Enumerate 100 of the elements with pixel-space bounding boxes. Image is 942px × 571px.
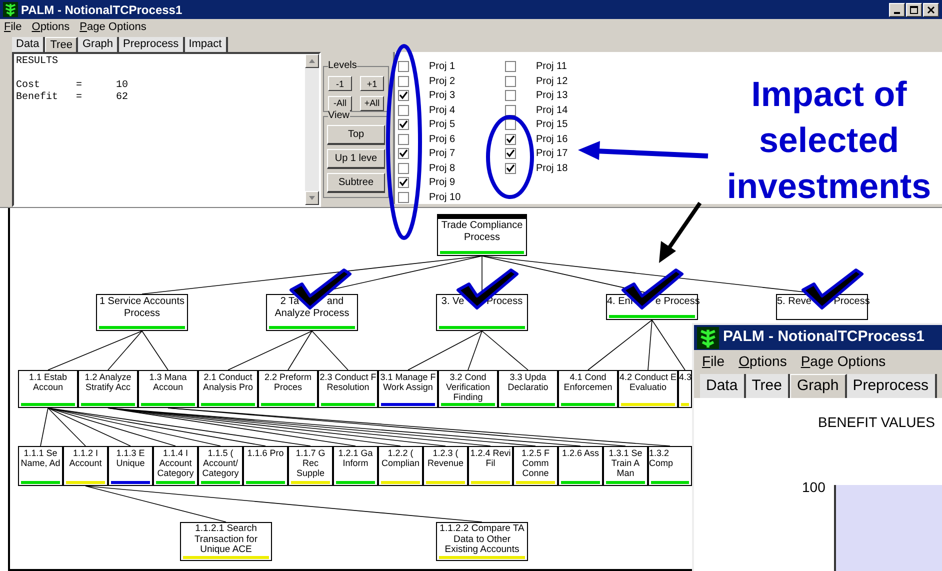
tree-node[interactable]: 1.3 Mana Accoun (138, 370, 198, 408)
scroll-down-button[interactable] (305, 191, 319, 205)
tab[interactable]: Preprocess (846, 374, 937, 398)
node-label: 1.1.1 Se Name, Ad (20, 447, 62, 470)
view-button[interactable]: Subtree (327, 173, 385, 193)
node-label: 1.2.1 Ga Inform (337, 447, 374, 470)
tree-node[interactable]: 1.2.2 ( Complian (378, 446, 423, 486)
tree-node[interactable]: 1.2.1 Ga Inform (333, 446, 378, 486)
menu-item[interactable]: Options (32, 18, 70, 36)
menu-item[interactable]: Options (738, 350, 787, 372)
menu-item[interactable]: Page Options (800, 350, 886, 372)
node-label: 1.1.6 Pro (246, 447, 285, 460)
tree-node[interactable]: 2.1 Conduct Analysis Pro (198, 370, 258, 408)
tree-node[interactable]: 1.2.3 ( Revenue (423, 446, 468, 486)
tree-node[interactable]: 1.2 Analyze Stratify Acc (78, 370, 138, 408)
annotation-text: Impact of selected investments (726, 74, 932, 208)
tree-node[interactable]: 1.1.4 I Account Category (153, 446, 198, 486)
close-button[interactable] (923, 2, 939, 16)
checkbox[interactable] (398, 76, 409, 86)
level-button[interactable]: -1 (328, 76, 352, 91)
tab[interactable]: Graph (790, 374, 847, 398)
node-label: 1.1.3 E Unique (115, 447, 146, 470)
node-label: 1.2.4 Revi Fil (469, 447, 512, 470)
checkbox[interactable] (505, 148, 516, 159)
minimize-button[interactable] (889, 2, 905, 16)
minimize-icon (894, 12, 900, 14)
node-label: 2 Ta and Analyze Process (274, 295, 350, 321)
tree-node[interactable]: 1.3.2 Comp (648, 446, 692, 486)
checkbox[interactable] (398, 119, 409, 130)
tab[interactable]: Data (12, 37, 46, 52)
tree-node[interactable]: 2.2 Preform Proces (258, 370, 318, 408)
tree-node[interactable]: 4.3 (678, 370, 692, 408)
level-button[interactable]: +1 (360, 76, 384, 91)
tab[interactable]: Tree (45, 37, 78, 52)
tree-node[interactable]: 4.1 Cond Enforcemen (558, 370, 618, 408)
level-button[interactable]: -All (328, 96, 352, 110)
tree-node[interactable]: 1 Service Accounts Process (96, 294, 188, 331)
view-button[interactable]: Top (327, 125, 385, 145)
checkbox[interactable] (505, 162, 516, 174)
checkbox[interactable] (398, 61, 409, 72)
checkbox[interactable] (505, 90, 516, 101)
tab[interactable]: Impact (184, 37, 228, 52)
tree-node[interactable]: 1.1 Estab Accoun (18, 370, 78, 408)
tab[interactable]: Data (700, 374, 746, 398)
tree-node[interactable]: 3.3 Upda Declaratio (498, 370, 558, 408)
tree-node[interactable]: 3.2 Cond Verification Finding (438, 370, 498, 408)
tab[interactable]: Preprocess (119, 37, 185, 52)
window-title: PALM - NotionalTCProcess1 (21, 2, 182, 18)
tree-node[interactable]: 1.2.6 Ass (558, 446, 603, 486)
checkbox[interactable] (398, 177, 409, 188)
node-label: 1.1.4 I Account Category (156, 447, 195, 480)
tree-node[interactable]: Trade Compliance Process (437, 214, 527, 256)
menu-item[interactable]: File (4, 18, 22, 36)
check-icon (399, 120, 408, 129)
project-label: Proj 10 (429, 190, 461, 204)
checkbox[interactable] (398, 104, 409, 116)
tree-node[interactable]: 1.1.3 E Unique (108, 446, 153, 486)
checkbox[interactable] (505, 76, 516, 86)
tree-node[interactable]: 1.1.5 ( Account/ Category (198, 446, 243, 486)
check-icon (399, 91, 408, 100)
tree-node[interactable]: 1.1.6 Pro (243, 446, 288, 486)
level-button[interactable]: +All (360, 96, 384, 110)
tree-node[interactable]: 1.2.4 Revi Fil (468, 446, 513, 486)
checkbox[interactable] (398, 90, 409, 101)
menu-item[interactable]: File (702, 350, 725, 372)
tree-node[interactable]: 3.1 Manage F Work Assign (378, 370, 438, 408)
checkbox[interactable] (505, 104, 516, 116)
project-label: Proj 3 (429, 89, 456, 103)
tree-node[interactable]: 2.3 Conduct F Resolution (318, 370, 378, 408)
menu-item[interactable]: Page Options (80, 18, 146, 36)
checkbox[interactable] (505, 134, 516, 144)
check-icon (399, 149, 408, 158)
tree-node[interactable]: 1.3.1 Se Train A Man (603, 446, 648, 486)
tab[interactable]: Tree (746, 374, 790, 398)
tree-node[interactable]: 1.2.5 F Comm Conne (513, 446, 558, 486)
scroll-up-button[interactable] (305, 54, 319, 68)
checkbox[interactable] (398, 162, 409, 174)
checkbox[interactable] (505, 61, 516, 72)
tree-node[interactable]: 1.1.2.2 Compare TA Data to Other Existing Accounts (436, 522, 528, 561)
tree-node[interactable]: 4.2 Conduct E Evaluatio (618, 370, 678, 408)
tree-node[interactable]: 1.1.7 G Rec Supple (288, 446, 333, 486)
checkbox[interactable] (398, 148, 409, 159)
scrollbar[interactable] (305, 54, 319, 205)
checkbox[interactable] (398, 192, 409, 202)
project-label: Proj 12 (536, 74, 568, 88)
project-label: Proj 7 (429, 147, 456, 161)
tree-node[interactable]: 1.1.2 I Account (63, 446, 108, 486)
node-label: 1.1.2.1 Search Transaction for Unique ACE (193, 523, 258, 556)
node-label: 1.1.7 G Rec Supple (294, 447, 326, 480)
maximize-button[interactable] (906, 2, 922, 16)
tree-node[interactable]: 1.1.1 Se Name, Ad (18, 446, 63, 486)
view-button[interactable]: Up 1 leve (327, 149, 385, 169)
node-label: 1.2.2 ( Complian (380, 447, 421, 470)
node-label: 3.3 Upda Declaratio (506, 371, 550, 394)
checkbox[interactable] (505, 119, 516, 130)
tab[interactable]: Graph (78, 37, 120, 52)
project-label: Proj 6 (429, 132, 456, 146)
checkbox[interactable] (398, 134, 409, 144)
tree-node[interactable]: 1.1.2.1 Search Transaction for Unique ACE (180, 522, 272, 561)
tree-node[interactable]: 2 Ta and Analyze Process (266, 294, 358, 331)
